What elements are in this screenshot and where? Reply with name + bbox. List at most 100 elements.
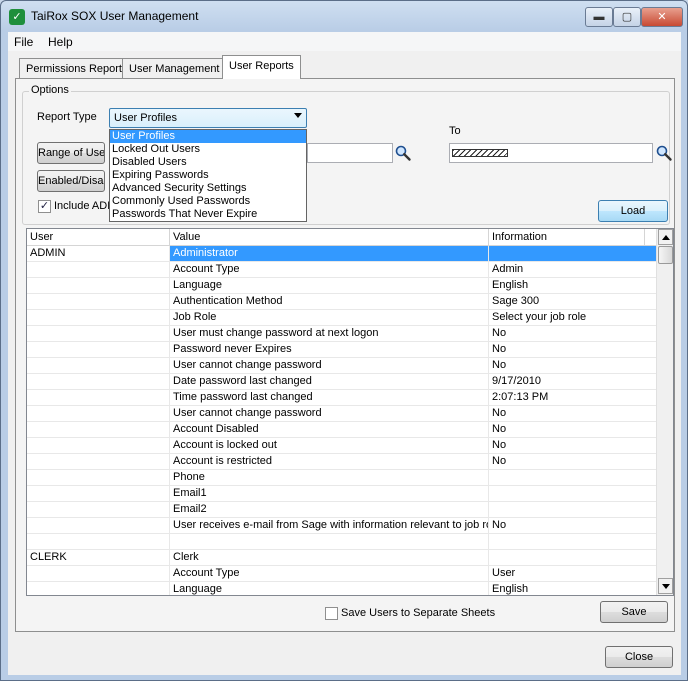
cell-user[interactable] xyxy=(27,422,170,438)
cell-information[interactable] xyxy=(489,486,657,502)
scroll-thumb[interactable] xyxy=(658,246,673,264)
table-row[interactable]: Account is locked out No xyxy=(27,438,657,454)
cell-information[interactable]: Admin xyxy=(489,262,657,278)
cell-information[interactable] xyxy=(489,246,657,262)
table-row[interactable]: Date password last changed 9/17/2010 xyxy=(27,374,657,390)
option-user-profiles[interactable]: User Profiles xyxy=(110,130,306,143)
cell-value[interactable]: User receives e-mail from Sage with info… xyxy=(170,518,489,534)
cell-value[interactable]: User must change password at next logon xyxy=(170,326,489,342)
cell-user[interactable] xyxy=(27,486,170,502)
cell-information[interactable]: 9/17/2010 xyxy=(489,374,657,390)
cell-user[interactable] xyxy=(27,534,170,550)
table-row[interactable]: Account Type User xyxy=(27,566,657,582)
scroll-up-button[interactable] xyxy=(658,229,673,245)
cell-information[interactable]: No xyxy=(489,454,657,470)
option-locked-out-users[interactable]: Locked Out Users xyxy=(110,143,306,156)
from-user-field[interactable] xyxy=(307,143,393,163)
cell-information[interactable] xyxy=(489,502,657,518)
cell-user[interactable] xyxy=(27,406,170,422)
cell-information[interactable]: No xyxy=(489,406,657,422)
cell-information[interactable]: No xyxy=(489,358,657,374)
cell-value[interactable]: Email2 xyxy=(170,502,489,518)
menu-help[interactable]: Help xyxy=(48,35,73,49)
cell-user[interactable] xyxy=(27,502,170,518)
cell-user[interactable] xyxy=(27,582,170,595)
cell-information[interactable]: No xyxy=(489,518,657,534)
cell-information[interactable]: English xyxy=(489,278,657,294)
cell-user[interactable] xyxy=(27,566,170,582)
column-header-user[interactable]: User xyxy=(27,229,170,246)
cell-value[interactable]: User cannot change password xyxy=(170,358,489,374)
to-user-field[interactable] xyxy=(449,143,653,163)
option-passwords-never-expire[interactable]: Passwords That Never Expire xyxy=(110,208,306,221)
include-admin-checkbox[interactable]: ✓ xyxy=(38,200,51,213)
close-button[interactable]: Close xyxy=(605,646,673,668)
save-separate-sheets-checkbox[interactable] xyxy=(325,607,338,620)
table-row[interactable] xyxy=(27,534,657,550)
cell-value[interactable]: Password never Expires xyxy=(170,342,489,358)
cell-user[interactable] xyxy=(27,518,170,534)
cell-value[interactable]: Account is locked out xyxy=(170,438,489,454)
table-row[interactable]: Language English xyxy=(27,278,657,294)
cell-value[interactable]: Phone xyxy=(170,470,489,486)
range-of-users-button[interactable]: Range of Users xyxy=(37,142,105,164)
cell-value[interactable]: Authentication Method xyxy=(170,294,489,310)
cell-value[interactable]: Email1 xyxy=(170,486,489,502)
cell-value[interactable]: Account Type xyxy=(170,262,489,278)
cell-user[interactable] xyxy=(27,294,170,310)
title-bar[interactable]: ✓ TaiRox SOX User Management ▬ ▢ ✕ xyxy=(1,1,687,31)
column-header-value[interactable]: Value xyxy=(170,229,489,246)
maximize-button[interactable]: ▢ xyxy=(613,7,641,27)
cell-value[interactable]: Account Disabled xyxy=(170,422,489,438)
column-header-information[interactable]: Information xyxy=(489,229,645,246)
search-icon-to[interactable] xyxy=(655,144,673,162)
table-row[interactable]: User cannot change password No xyxy=(27,406,657,422)
cell-user[interactable] xyxy=(27,374,170,390)
cell-user[interactable] xyxy=(27,342,170,358)
option-expiring-passwords[interactable]: Expiring Passwords xyxy=(110,169,306,182)
cell-information[interactable]: No xyxy=(489,422,657,438)
cell-value[interactable]: Time password last changed xyxy=(170,390,489,406)
cell-information[interactable] xyxy=(489,534,657,550)
cell-user[interactable]: ADMIN xyxy=(27,246,170,262)
tab-user-management[interactable]: User Management xyxy=(122,58,227,78)
save-button[interactable]: Save xyxy=(600,601,668,623)
table-row[interactable]: Language English xyxy=(27,582,657,595)
cell-information[interactable]: English xyxy=(489,582,657,595)
table-row[interactable]: Account is restricted No xyxy=(27,454,657,470)
menu-file[interactable]: File xyxy=(14,35,33,49)
table-row[interactable]: Account Type Admin xyxy=(27,262,657,278)
cell-user[interactable] xyxy=(27,310,170,326)
close-window-button[interactable]: ✕ xyxy=(641,7,683,27)
cell-information[interactable]: User xyxy=(489,566,657,582)
report-type-dropdown[interactable]: User Profiles xyxy=(109,108,307,128)
table-row[interactable]: ADMIN Administrator xyxy=(27,246,657,262)
tab-permissions-report[interactable]: Permissions Report xyxy=(19,58,129,78)
cell-information[interactable]: 2:07:13 PM xyxy=(489,390,657,406)
table-row[interactable]: Authentication Method Sage 300 xyxy=(27,294,657,310)
table-row[interactable]: Password never Expires No xyxy=(27,342,657,358)
cell-information[interactable] xyxy=(489,470,657,486)
cell-information[interactable]: No xyxy=(489,342,657,358)
grid-vertical-scrollbar[interactable] xyxy=(656,229,673,595)
cell-user[interactable] xyxy=(27,390,170,406)
table-row[interactable]: Account Disabled No xyxy=(27,422,657,438)
cell-user[interactable]: CLERK xyxy=(27,550,170,566)
minimize-button[interactable]: ▬ xyxy=(585,7,613,27)
option-disabled-users[interactable]: Disabled Users xyxy=(110,156,306,169)
cell-value[interactable]: Language xyxy=(170,278,489,294)
cell-user[interactable] xyxy=(27,326,170,342)
cell-value[interactable]: Language xyxy=(170,582,489,595)
cell-information[interactable]: No xyxy=(489,326,657,342)
cell-user[interactable] xyxy=(27,454,170,470)
table-row[interactable]: User must change password at next logon N… xyxy=(27,326,657,342)
option-advanced-security-settings[interactable]: Advanced Security Settings xyxy=(110,182,306,195)
load-button[interactable]: Load xyxy=(598,200,668,222)
cell-information[interactable] xyxy=(489,550,657,566)
scroll-down-button[interactable] xyxy=(658,578,673,594)
table-row[interactable]: User cannot change password No xyxy=(27,358,657,374)
table-row[interactable]: CLERK Clerk xyxy=(27,550,657,566)
cell-value[interactable] xyxy=(170,534,489,550)
cell-value[interactable]: Account is restricted xyxy=(170,454,489,470)
cell-value[interactable]: Date password last changed xyxy=(170,374,489,390)
